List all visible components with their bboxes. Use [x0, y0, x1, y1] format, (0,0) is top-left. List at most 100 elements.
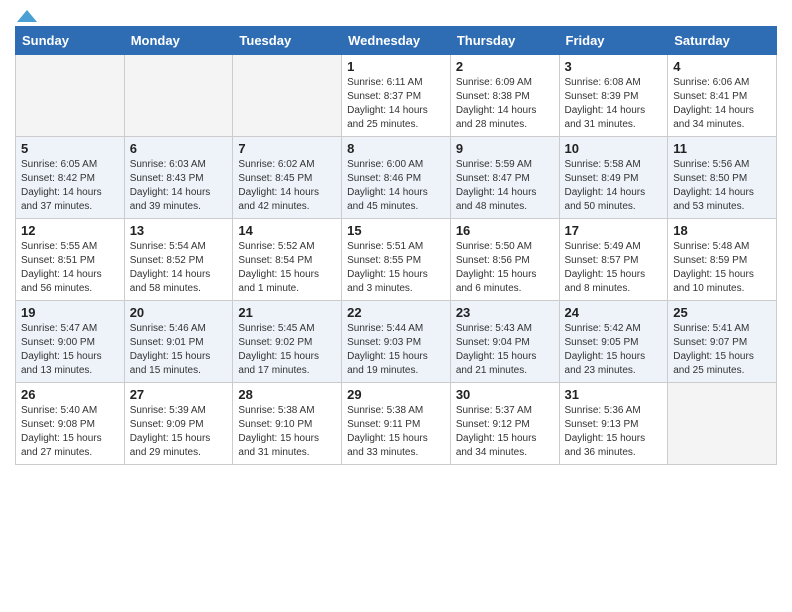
calendar-cell: 10 Sunrise: 5:58 AMSunset: 8:49 PMDayligh… — [559, 137, 668, 219]
calendar-table: SundayMondayTuesdayWednesdayThursdayFrid… — [15, 26, 777, 465]
calendar-cell — [16, 55, 125, 137]
logo-text — [15, 10, 39, 18]
cell-content: Sunrise: 6:09 AMSunset: 8:38 PMDaylight:… — [456, 76, 554, 132]
calendar-cell: 1 Sunrise: 6:11 AMSunset: 8:37 PMDaylight… — [342, 55, 451, 137]
day-number: 29 — [347, 387, 445, 402]
cell-content: Sunrise: 6:03 AMSunset: 8:43 PMDaylight:… — [130, 158, 228, 214]
page: SundayMondayTuesdayWednesdayThursdayFrid… — [0, 0, 792, 475]
calendar-cell: 20 Sunrise: 5:46 AMSunset: 9:01 PMDayligh… — [124, 301, 233, 383]
calendar-cell: 7Sunrise: 6:02 AMSunset: 8:45 PMDaylight… — [233, 137, 342, 219]
calendar-cell: 24 Sunrise: 5:42 AMSunset: 9:05 PMDayligh… — [559, 301, 668, 383]
calendar-cell: 31 Sunrise: 5:36 AMSunset: 9:13 PMDayligh… — [559, 383, 668, 465]
cell-content: Sunrise: 5:47 AMSunset: 9:00 PMDaylight:… — [21, 322, 119, 378]
calendar-cell: 13Sunrise: 5:54 AMSunset: 8:52 PMDayligh… — [124, 219, 233, 301]
day-number: 1 — [347, 59, 445, 74]
day-number: 30 — [456, 387, 554, 402]
calendar-cell: 16 Sunrise: 5:50 AMSunset: 8:56 PMDayligh… — [450, 219, 559, 301]
cell-content: Sunrise: 5:39 AMSunset: 9:09 PMDaylight:… — [130, 404, 228, 460]
calendar-cell: 14Sunrise: 5:52 AMSunset: 8:54 PMDayligh… — [233, 219, 342, 301]
cell-content: Sunrise: 5:37 AMSunset: 9:12 PMDaylight:… — [456, 404, 554, 460]
calendar-cell: 8 Sunrise: 6:00 AMSunset: 8:46 PMDaylight… — [342, 137, 451, 219]
day-number: 17 — [565, 223, 663, 238]
calendar-week-3: 12 Sunrise: 5:55 AMSunset: 8:51 PMDayligh… — [16, 219, 777, 301]
calendar-cell: 9Sunrise: 5:59 AMSunset: 8:47 PMDaylight… — [450, 137, 559, 219]
cell-content: Sunrise: 5:49 AMSunset: 8:57 PMDaylight:… — [565, 240, 663, 296]
day-number: 12 — [21, 223, 119, 238]
calendar-cell: 3 Sunrise: 6:08 AMSunset: 8:39 PMDaylight… — [559, 55, 668, 137]
day-number: 27 — [130, 387, 228, 402]
day-number: 8 — [347, 141, 445, 156]
day-number: 31 — [565, 387, 663, 402]
cell-content: Sunrise: 5:40 AMSunset: 9:08 PMDaylight:… — [21, 404, 119, 460]
day-number: 20 — [130, 305, 228, 320]
day-number: 23 — [456, 305, 554, 320]
day-number: 6 — [130, 141, 228, 156]
weekday-header-saturday: Saturday — [668, 27, 777, 55]
calendar-cell: 29Sunrise: 5:38 AMSunset: 9:11 PMDayligh… — [342, 383, 451, 465]
day-number: 24 — [565, 305, 663, 320]
cell-content: Sunrise: 5:50 AMSunset: 8:56 PMDaylight:… — [456, 240, 554, 296]
cell-content: Sunrise: 5:48 AMSunset: 8:59 PMDaylight:… — [673, 240, 771, 296]
weekday-header-monday: Monday — [124, 27, 233, 55]
calendar-week-1: 1 Sunrise: 6:11 AMSunset: 8:37 PMDaylight… — [16, 55, 777, 137]
cell-content: Sunrise: 5:38 AMSunset: 9:10 PMDaylight:… — [238, 404, 336, 460]
day-number: 19 — [21, 305, 119, 320]
header — [15, 10, 777, 18]
cell-content: Sunrise: 5:52 AMSunset: 8:54 PMDaylight:… — [238, 240, 336, 296]
day-number: 26 — [21, 387, 119, 402]
day-number: 15 — [347, 223, 445, 238]
calendar-week-4: 19 Sunrise: 5:47 AMSunset: 9:00 PMDayligh… — [16, 301, 777, 383]
calendar-cell: 27 Sunrise: 5:39 AMSunset: 9:09 PMDayligh… — [124, 383, 233, 465]
cell-content: Sunrise: 5:46 AMSunset: 9:01 PMDaylight:… — [130, 322, 228, 378]
logo-triangle — [17, 10, 37, 22]
calendar-cell: 21Sunrise: 5:45 AMSunset: 9:02 PMDayligh… — [233, 301, 342, 383]
day-number: 16 — [456, 223, 554, 238]
calendar-header-row: SundayMondayTuesdayWednesdayThursdayFrid… — [16, 27, 777, 55]
weekday-header-wednesday: Wednesday — [342, 27, 451, 55]
calendar-cell — [124, 55, 233, 137]
cell-content: Sunrise: 6:08 AMSunset: 8:39 PMDaylight:… — [565, 76, 663, 132]
calendar-week-2: 5Sunrise: 6:05 AMSunset: 8:42 PMDaylight… — [16, 137, 777, 219]
calendar-cell: 28Sunrise: 5:38 AMSunset: 9:10 PMDayligh… — [233, 383, 342, 465]
calendar-cell: 4Sunrise: 6:06 AMSunset: 8:41 PMDaylight… — [668, 55, 777, 137]
cell-content: Sunrise: 5:55 AMSunset: 8:51 PMDaylight:… — [21, 240, 119, 296]
day-number: 21 — [238, 305, 336, 320]
day-number: 11 — [673, 141, 771, 156]
weekday-header-tuesday: Tuesday — [233, 27, 342, 55]
calendar-cell: 2 Sunrise: 6:09 AMSunset: 8:38 PMDaylight… — [450, 55, 559, 137]
cell-content: Sunrise: 6:06 AMSunset: 8:41 PMDaylight:… — [673, 76, 771, 132]
cell-content: Sunrise: 6:00 AMSunset: 8:46 PMDaylight:… — [347, 158, 445, 214]
calendar-cell: 17 Sunrise: 5:49 AMSunset: 8:57 PMDayligh… — [559, 219, 668, 301]
day-number: 25 — [673, 305, 771, 320]
day-number: 18 — [673, 223, 771, 238]
logo — [15, 10, 39, 18]
calendar-cell — [668, 383, 777, 465]
cell-content: Sunrise: 6:05 AMSunset: 8:42 PMDaylight:… — [21, 158, 119, 214]
day-number: 3 — [565, 59, 663, 74]
cell-content: Sunrise: 5:41 AMSunset: 9:07 PMDaylight:… — [673, 322, 771, 378]
calendar-cell: 22Sunrise: 5:44 AMSunset: 9:03 PMDayligh… — [342, 301, 451, 383]
cell-content: Sunrise: 6:11 AMSunset: 8:37 PMDaylight:… — [347, 76, 445, 132]
calendar-cell: 11 Sunrise: 5:56 AMSunset: 8:50 PMDayligh… — [668, 137, 777, 219]
cell-content: Sunrise: 5:56 AMSunset: 8:50 PMDaylight:… — [673, 158, 771, 214]
calendar-cell — [233, 55, 342, 137]
cell-content: Sunrise: 5:51 AMSunset: 8:55 PMDaylight:… — [347, 240, 445, 296]
calendar-cell: 19 Sunrise: 5:47 AMSunset: 9:00 PMDayligh… — [16, 301, 125, 383]
day-number: 7 — [238, 141, 336, 156]
cell-content: Sunrise: 5:58 AMSunset: 8:49 PMDaylight:… — [565, 158, 663, 214]
day-number: 2 — [456, 59, 554, 74]
day-number: 9 — [456, 141, 554, 156]
weekday-header-friday: Friday — [559, 27, 668, 55]
weekday-header-sunday: Sunday — [16, 27, 125, 55]
cell-content: Sunrise: 5:42 AMSunset: 9:05 PMDaylight:… — [565, 322, 663, 378]
calendar-cell: 26 Sunrise: 5:40 AMSunset: 9:08 PMDayligh… — [16, 383, 125, 465]
cell-content: Sunrise: 5:44 AMSunset: 9:03 PMDaylight:… — [347, 322, 445, 378]
calendar-week-5: 26 Sunrise: 5:40 AMSunset: 9:08 PMDayligh… — [16, 383, 777, 465]
calendar-cell: 6 Sunrise: 6:03 AMSunset: 8:43 PMDaylight… — [124, 137, 233, 219]
calendar-cell: 18 Sunrise: 5:48 AMSunset: 8:59 PMDayligh… — [668, 219, 777, 301]
day-number: 10 — [565, 141, 663, 156]
calendar-cell: 12 Sunrise: 5:55 AMSunset: 8:51 PMDayligh… — [16, 219, 125, 301]
calendar-cell: 15 Sunrise: 5:51 AMSunset: 8:55 PMDayligh… — [342, 219, 451, 301]
cell-content: Sunrise: 5:36 AMSunset: 9:13 PMDaylight:… — [565, 404, 663, 460]
calendar-cell: 25 Sunrise: 5:41 AMSunset: 9:07 PMDayligh… — [668, 301, 777, 383]
